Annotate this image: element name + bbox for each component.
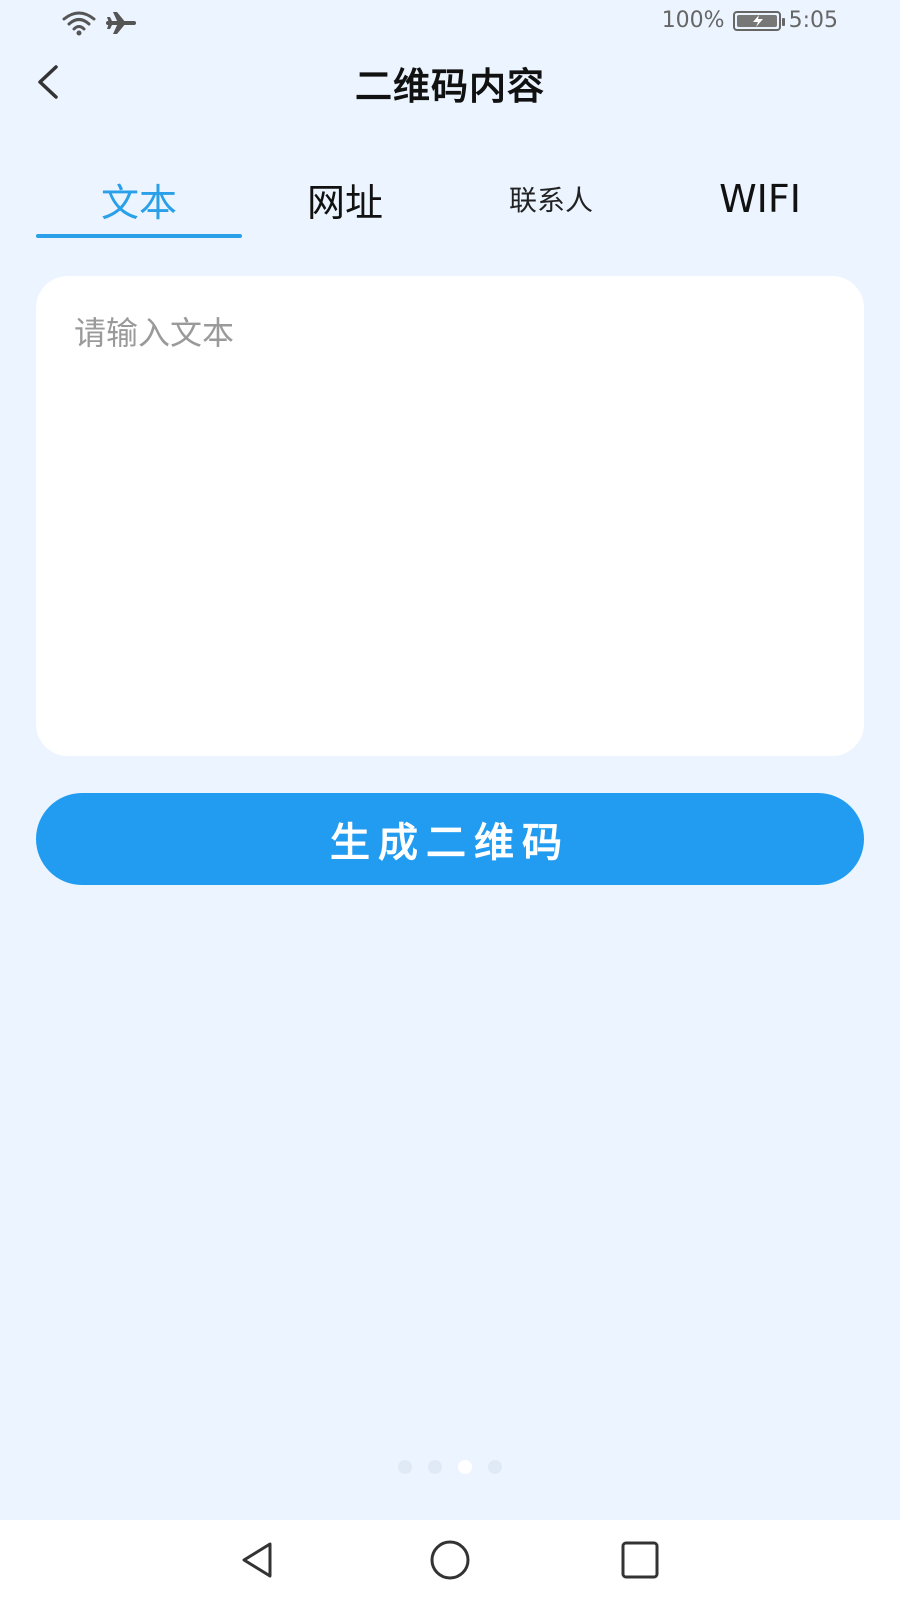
- square-recents-icon: [621, 1541, 659, 1579]
- status-right: 100% 5:05: [662, 8, 838, 33]
- nav-recents-button[interactable]: [618, 1538, 662, 1582]
- triangle-back-icon: [242, 1542, 272, 1578]
- battery-icon: [732, 10, 785, 31]
- status-bar: 100% 5:05: [0, 0, 900, 50]
- text-input-card: [36, 276, 864, 756]
- tab-wifi[interactable]: WIFI: [654, 160, 866, 238]
- tab-label: 联系人: [508, 184, 593, 217]
- tab-label: WIFI: [719, 177, 801, 221]
- tab-text[interactable]: 文本: [36, 160, 242, 238]
- page-title: 二维码内容: [355, 65, 545, 108]
- tab-bar: 文本 网址 联系人 WIFI: [36, 160, 866, 240]
- wifi-icon: [62, 10, 96, 40]
- charging-bolt-icon: [752, 14, 763, 27]
- circle-home-icon: [430, 1540, 470, 1580]
- page-indicator: [0, 1460, 900, 1474]
- header: 二维码内容: [0, 50, 900, 120]
- tab-url[interactable]: 网址: [242, 160, 448, 238]
- page-dot: [398, 1460, 412, 1474]
- generate-qr-button[interactable]: 生成二维码: [36, 793, 864, 885]
- page-dot: [488, 1460, 502, 1474]
- system-nav-bar: [0, 1520, 900, 1600]
- clock: 5:05: [788, 8, 838, 33]
- airplane-icon: [106, 10, 136, 40]
- tab-contact[interactable]: 联系人: [448, 160, 654, 238]
- nav-back-button[interactable]: [236, 1538, 280, 1582]
- page-dot: [428, 1460, 442, 1474]
- page-dot: [458, 1460, 472, 1474]
- tab-label: 网址: [306, 180, 383, 225]
- battery-percent: 100%: [661, 8, 725, 33]
- text-input[interactable]: [36, 276, 864, 756]
- nav-home-button[interactable]: [428, 1538, 472, 1582]
- status-left: [62, 10, 136, 40]
- tab-label: 文本: [100, 180, 177, 225]
